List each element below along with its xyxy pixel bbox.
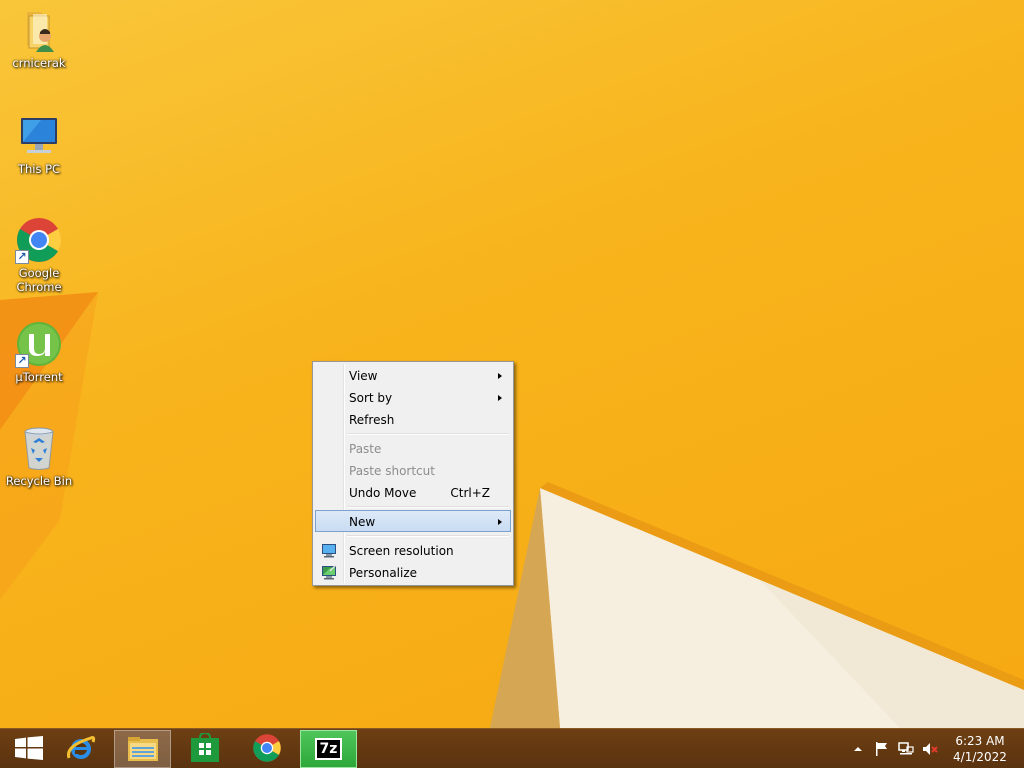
- menu-item-label: Personalize: [349, 566, 418, 580]
- action-center-flag-icon[interactable]: [874, 741, 890, 757]
- menu-item-refresh[interactable]: Refresh: [315, 408, 511, 430]
- network-icon[interactable]: [898, 741, 914, 757]
- menu-item-label: View: [349, 369, 378, 383]
- show-hidden-icons-arrow[interactable]: [850, 741, 866, 757]
- submenu-arrow-icon: [498, 395, 502, 401]
- utorrent-icon: ↗: [15, 320, 63, 368]
- taskbar: 7z 6:23 AM 4/1/2022: [0, 728, 1024, 768]
- file-explorer-icon: [126, 733, 160, 766]
- menu-item-sort-by[interactable]: Sort by: [315, 386, 511, 408]
- recycle-bin-icon: [15, 424, 63, 472]
- menu-item-label: Refresh: [349, 413, 395, 427]
- desktop-icon-this-pc[interactable]: This PC: [4, 112, 74, 176]
- desktop-icon-user-folder[interactable]: crnicerak: [4, 6, 74, 70]
- personalize-icon: [321, 564, 337, 580]
- screen-resolution-icon: [321, 543, 337, 558]
- desktop-icon-label: Recycle Bin: [5, 474, 73, 488]
- menu-item-label: Sort by: [349, 391, 393, 405]
- store-icon: [190, 731, 220, 766]
- windows-logo-icon: [14, 735, 43, 763]
- 7zip-icon-text: 7z: [319, 741, 338, 757]
- menu-item-label: Paste: [349, 442, 382, 456]
- menu-item-paste-shortcut[interactable]: Paste shortcut: [315, 459, 511, 481]
- submenu-arrow-icon: [498, 519, 502, 525]
- keyboard-shortcut-label: Ctrl+Z: [450, 486, 490, 500]
- menu-item-screen-resolution[interactable]: Screen resolution: [315, 539, 511, 561]
- menu-item-new[interactable]: New: [315, 510, 511, 532]
- menu-separator: [347, 430, 511, 437]
- menu-item-paste[interactable]: Paste: [315, 437, 511, 459]
- submenu-arrow-icon: [498, 373, 502, 379]
- internet-explorer-icon: [65, 732, 97, 767]
- taskbar-store[interactable]: [176, 730, 233, 768]
- desktop-context-menu: View Sort by Refresh Paste Paste shortcu…: [312, 361, 514, 586]
- taskbar-chrome[interactable]: [238, 730, 295, 768]
- desktop-icon-recycle-bin[interactable]: Recycle Bin: [4, 424, 74, 488]
- volume-muted-icon[interactable]: [922, 741, 938, 757]
- desktop-icon-label: Google Chrome: [16, 266, 62, 294]
- menu-item-label: Undo Move: [349, 486, 417, 500]
- taskbar-internet-explorer[interactable]: [52, 730, 109, 768]
- desktop-icon-label: crnicerak: [12, 56, 66, 70]
- clock-time: 6:23 AM: [955, 734, 1005, 748]
- desktop-icon-label: This PC: [17, 162, 61, 176]
- desktop-icon-utorrent[interactable]: ↗ µTorrent: [4, 320, 74, 384]
- taskbar-clock[interactable]: 6:23 AM 4/1/2022: [940, 733, 1020, 765]
- computer-icon: [15, 112, 63, 160]
- taskbar-7zip[interactable]: 7z: [300, 730, 357, 768]
- clock-date: 4/1/2022: [953, 750, 1007, 764]
- desktop-icon-google-chrome[interactable]: ↗ Google Chrome: [4, 216, 74, 294]
- 7zip-icon: 7z: [314, 738, 343, 760]
- menu-item-undo-move[interactable]: Undo Move Ctrl+Z: [315, 481, 511, 503]
- menu-item-label: Screen resolution: [349, 544, 454, 558]
- menu-item-view[interactable]: View: [315, 364, 511, 386]
- menu-separator: [347, 503, 511, 510]
- shortcut-arrow-icon: ↗: [15, 250, 29, 264]
- menu-item-personalize[interactable]: Personalize: [315, 561, 511, 583]
- shortcut-arrow-icon: ↗: [15, 354, 29, 368]
- chrome-icon: ↗: [15, 216, 63, 264]
- start-button[interactable]: [0, 730, 57, 768]
- desktop-icon-label: µTorrent: [15, 370, 63, 384]
- user-folder-icon: [15, 6, 63, 54]
- taskbar-file-explorer[interactable]: [114, 730, 171, 768]
- menu-separator: [347, 532, 511, 539]
- menu-item-label: Paste shortcut: [349, 464, 435, 478]
- menu-item-label: New: [349, 515, 376, 529]
- chrome-icon: [252, 733, 282, 766]
